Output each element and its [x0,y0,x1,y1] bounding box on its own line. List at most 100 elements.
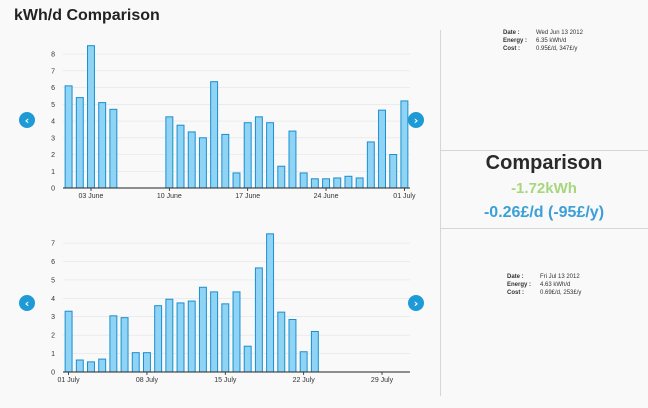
energy-value: 4.63 kWh/d [540,282,571,288]
june-bar-day-28[interactable] [366,141,375,189]
energy-label: Energy : [507,282,532,288]
cost-value: 0.69£/d, 253£/y [540,290,582,296]
comparison-cost-delta: -0.26£/d (-95£/y) [483,204,605,221]
july-bar-day-15[interactable] [221,303,230,373]
july-bar-day-21[interactable] [288,319,297,373]
june-bar-day-22[interactable] [299,172,308,189]
daily-energy-chart-july: 0 1 2 3 4 5 6 7 01 July 08 July 15 July 22 July 29 J… [51,233,410,384]
page-title: kWh/d Comparison [14,7,160,24]
x-tick-label: 10 June [157,193,182,200]
x-tick-label: 08 July [136,377,159,384]
july-bar-day-14[interactable] [210,291,219,373]
x-tick-label: 01 July [393,193,416,200]
july-bar-day-7[interactable] [131,352,140,373]
comparison-kwh-delta: -1.72kWh [511,180,577,197]
chart-july-next-button[interactable]: › [408,295,424,311]
july-bar-day-6[interactable] [120,317,129,373]
june-bar-day-13[interactable] [198,137,207,189]
june-bar-day-1[interactable] [64,85,73,189]
june-bar-day-5[interactable] [109,108,118,189]
july-bar-day-4[interactable] [98,358,107,373]
y-tick-label: 7 [51,68,55,75]
july-bar-day-19[interactable] [266,233,275,373]
july-bar-day-2[interactable] [75,359,84,373]
y-tick-label: 0 [51,370,55,377]
july-bar-day-22[interactable] [299,351,308,373]
july-bar-day-18[interactable] [254,267,263,373]
june-bar-day-15[interactable] [221,133,230,189]
june-bar-day-4[interactable] [98,102,107,189]
june-bar-day-3[interactable] [87,45,95,189]
june-bar-day-21[interactable] [288,130,297,189]
june-bar-day-10[interactable] [165,116,174,189]
june-bar-day-20[interactable] [277,165,286,189]
july-bar-day-23[interactable] [310,330,319,373]
july-bar-day-1[interactable] [64,310,73,373]
chevron-right-icon: › [413,113,419,127]
june-bar-day-12[interactable] [187,131,196,189]
x-tick-label: 03 June [79,193,104,200]
june-bar-day-29[interactable] [378,109,386,189]
july-bar-day-5[interactable] [109,315,118,373]
comparison-title: Comparison [485,152,603,174]
july-bar-day-8[interactable] [142,352,151,373]
x-tick-label: 15 July [214,377,237,384]
june-bar-day-16[interactable] [232,172,241,189]
chevron-left-icon: ‹ [24,296,30,310]
chart-june-prev-button[interactable]: ‹ [19,112,35,128]
y-tick-label: 2 [51,152,55,159]
x-tick-label: 01 July [58,377,81,384]
daily-energy-chart-june: 0 1 2 3 4 5 6 7 8 03 June 10 June 17 June 24 June 01 … [51,45,416,200]
july-bar-day-13[interactable] [198,286,207,373]
july-bar-day-17[interactable] [243,345,252,373]
june-bar-day-25[interactable] [333,177,342,189]
cost-label: Cost : [507,290,524,296]
x-tick-label: 29 July [371,377,394,384]
y-tick-label: 3 [51,314,55,321]
june-bar-day-2[interactable] [75,97,84,189]
x-tick-label: 24 June [314,193,339,200]
chart-june-next-button[interactable]: › [408,112,424,128]
y-tick-label: 2 [51,333,55,340]
x-tick-label: 17 June [235,193,260,200]
july-bar-day-9[interactable] [154,305,163,373]
x-tick-label: 22 July [293,377,316,384]
june-bar-day-14[interactable] [210,81,219,189]
june-bar-day-17[interactable] [243,122,252,189]
cost-value: 0.95£/d, 347£/y [536,46,578,52]
june-bar-day-11[interactable] [176,124,185,189]
y-tick-label: 6 [51,85,55,92]
energy-label: Energy : [503,38,528,44]
june-bar-day-23[interactable] [310,178,319,189]
date-value: Fri Jul 13 2012 [540,274,580,280]
july-bar-day-10[interactable] [165,298,174,373]
date-value: Wed Jun 13 2012 [536,30,583,36]
comparison-divider-top [440,150,648,151]
july-bar-day-16[interactable] [232,291,241,373]
y-tick-label: 1 [51,169,55,176]
june-bar-day-19[interactable] [266,122,275,189]
y-tick-label: 1 [51,351,55,358]
june-bar-day-26[interactable] [344,175,353,189]
july-bar-day-3[interactable] [87,361,95,373]
y-tick-label: 5 [51,277,55,284]
y-tick-label: 4 [51,119,55,126]
chevron-left-icon: ‹ [24,113,30,127]
chart-july-prev-button[interactable]: ‹ [19,295,35,311]
date-label: Date : [507,274,524,280]
y-tick-label: 0 [51,186,55,193]
y-tick-label: 4 [51,296,55,303]
june-bar-day-31[interactable] [400,100,409,189]
june-bar-day-27[interactable] [355,177,364,189]
date-label: Date : [503,30,520,36]
july-bar-day-20[interactable] [277,311,286,373]
july-bar-day-12[interactable] [187,300,196,373]
y-tick-label: 3 [51,135,55,142]
comparison-divider-bottom [440,228,648,229]
june-bar-day-24[interactable] [322,178,331,189]
june-bar-day-30[interactable] [389,154,398,189]
july-bar-day-11[interactable] [176,302,185,373]
y-tick-label: 7 [51,241,55,248]
selected-day-info-july: Date : Fri Jul 13 2012 Energy : 4.63 kWh/d… [507,274,581,298]
june-bar-day-18[interactable] [254,116,263,189]
